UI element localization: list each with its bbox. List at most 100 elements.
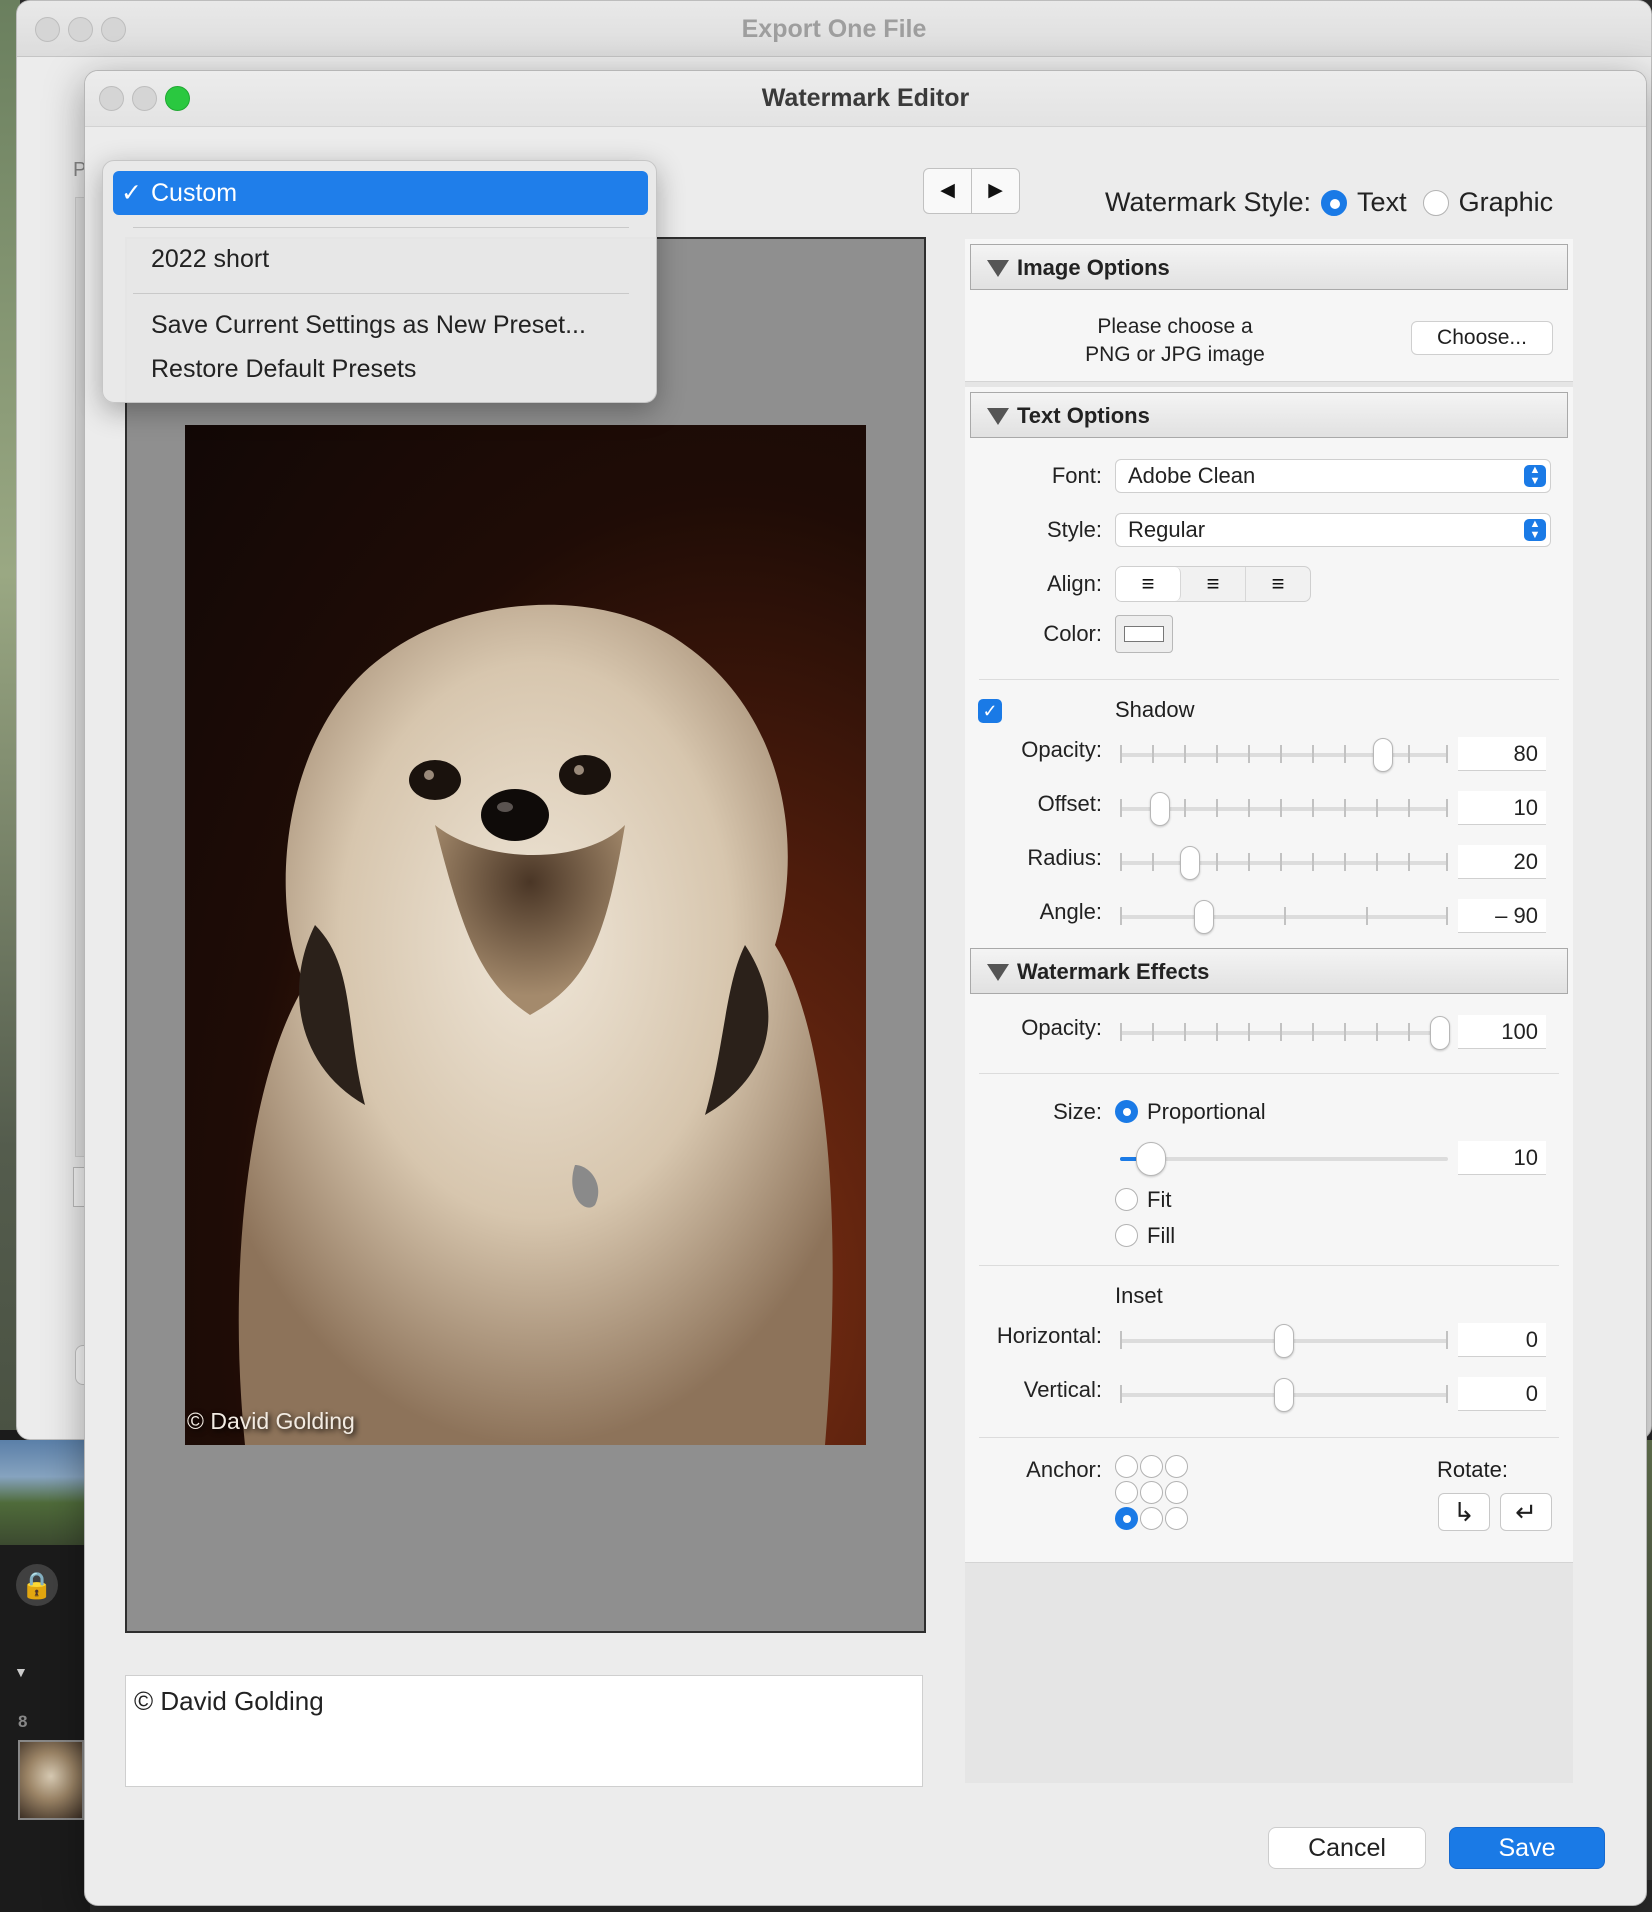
shadow-offset-slider[interactable] — [1120, 792, 1448, 826]
anchor-row: Anchor: Rotate: ↳ ↵ — [965, 1453, 1573, 1543]
shadow-radius-row: Radius: 20 — [965, 841, 1573, 881]
shadow-checkbox[interactable]: ✓ — [978, 699, 1002, 723]
anchor-top-left[interactable] — [1115, 1455, 1138, 1478]
section-title: Text Options — [1017, 403, 1150, 428]
align-right-icon[interactable]: ≡ — [1246, 567, 1310, 601]
slider-thumb[interactable] — [1430, 1016, 1450, 1050]
offset-label: Offset: — [1037, 791, 1102, 816]
next-icon[interactable]: ▶ — [972, 169, 1019, 213]
rotate-counterclockwise-icon[interactable]: ↵ — [1500, 1493, 1552, 1531]
checkmark-icon: ✓ — [121, 179, 142, 207]
inset-vertical-row: Vertical: 0 — [965, 1373, 1573, 1413]
size-fit-radio[interactable] — [1115, 1188, 1138, 1211]
slider-thumb[interactable] — [1194, 900, 1214, 934]
rotate-clockwise-icon[interactable]: ↳ — [1438, 1493, 1490, 1531]
shadow-offset-value[interactable]: 10 — [1458, 791, 1546, 825]
save-button[interactable]: Save — [1449, 1827, 1605, 1869]
anchor-top-center[interactable] — [1140, 1455, 1163, 1478]
size-fit-row: Fit — [965, 1181, 1573, 1221]
align-label: Align: — [1046, 571, 1102, 596]
size-value[interactable]: 10 — [1458, 1141, 1546, 1175]
effects-opacity-slider[interactable] — [1120, 1016, 1450, 1050]
shadow-opacity-slider[interactable] — [1120, 738, 1448, 772]
size-fit-label[interactable]: Fit — [1147, 1187, 1171, 1213]
menu-item-restore-defaults[interactable]: Restore Default Presets — [113, 347, 648, 391]
chevron-down-icon[interactable]: ▼ — [14, 1664, 28, 1680]
image-hint: Please choose a PNG or JPG image — [1045, 313, 1305, 369]
watermark-preview: © David Golding — [125, 237, 926, 1633]
inset-horizontal-value[interactable]: 0 — [1458, 1323, 1546, 1357]
anchor-bottom-center[interactable] — [1140, 1507, 1163, 1530]
style-graphic-radio[interactable] — [1422, 189, 1449, 216]
size-fill-radio[interactable] — [1115, 1224, 1138, 1247]
align-left-icon[interactable]: ≡ — [1116, 567, 1181, 601]
style-text-label[interactable]: Text — [1357, 187, 1407, 218]
cancel-button[interactable]: Cancel — [1268, 1827, 1426, 1869]
hint-line: Please choose a — [1097, 315, 1253, 338]
shadow-angle-slider[interactable] — [1120, 900, 1448, 934]
watermark-overlay-text: © David Golding — [187, 1408, 355, 1434]
dog-photo — [238, 604, 833, 1445]
divider — [979, 1437, 1559, 1438]
preset-dropdown-menu: ✓ Custom 2022 short Save Current Setting… — [102, 160, 657, 403]
disclosure-triangle-icon[interactable] — [987, 408, 1009, 425]
style-select[interactable]: Regular ▲ ▼ — [1115, 513, 1551, 547]
shadow-opacity-row: Opacity: 80 — [965, 733, 1573, 773]
anchor-top-right[interactable] — [1165, 1455, 1188, 1478]
anchor-center[interactable] — [1140, 1481, 1163, 1504]
align-center-icon[interactable]: ≡ — [1181, 567, 1246, 601]
anchor-middle-right[interactable] — [1165, 1481, 1188, 1504]
previous-icon[interactable]: ◀ — [924, 169, 972, 213]
style-value: Regular — [1128, 517, 1206, 542]
slider-thumb[interactable] — [1274, 1324, 1294, 1358]
anchor-middle-left[interactable] — [1115, 1481, 1138, 1504]
shadow-angle-value[interactable]: – 90 — [1458, 899, 1546, 933]
slider-thumb[interactable] — [1136, 1142, 1166, 1176]
size-proportional-label[interactable]: Proportional — [1147, 1099, 1266, 1125]
menu-item-2022-short[interactable]: 2022 short — [113, 237, 648, 281]
inset-horizontal-row: Horizontal: 0 — [965, 1319, 1573, 1359]
slider-thumb[interactable] — [1373, 738, 1393, 772]
disclosure-triangle-icon[interactable] — [987, 260, 1009, 277]
watermark-text-input[interactable]: © David Golding — [125, 1675, 923, 1787]
background-thumbnail — [0, 1440, 84, 1545]
watermark-effects-section: Watermark Effects Opacity: 100 Size: Pro… — [965, 943, 1573, 1563]
shadow-radius-value[interactable]: 20 — [1458, 845, 1546, 879]
choose-image-button[interactable]: Choose... — [1411, 321, 1553, 355]
image-options-section: Image Options Please choose a PNG or JPG… — [965, 239, 1573, 382]
anchor-bottom-left[interactable] — [1115, 1507, 1138, 1530]
menu-item-save-preset[interactable]: Save Current Settings as New Preset... — [113, 303, 648, 347]
watermark-effects-header[interactable]: Watermark Effects — [970, 948, 1568, 994]
size-proportional-radio[interactable] — [1115, 1100, 1138, 1123]
slider-thumb[interactable] — [1150, 792, 1170, 826]
color-swatch[interactable] — [1115, 615, 1173, 653]
inset-vertical-slider[interactable] — [1120, 1378, 1448, 1412]
inset-vertical-value[interactable]: 0 — [1458, 1377, 1546, 1411]
style-graphic-label[interactable]: Graphic — [1459, 187, 1554, 218]
disclosure-triangle-icon[interactable] — [987, 964, 1009, 981]
shadow-radius-slider[interactable] — [1120, 846, 1448, 880]
image-options-header[interactable]: Image Options — [970, 244, 1568, 290]
shadow-opacity-value[interactable]: 80 — [1458, 737, 1546, 771]
lock-icon[interactable]: 🔒 — [16, 1564, 58, 1606]
text-options-header[interactable]: Text Options — [970, 392, 1568, 438]
effects-opacity-row: Opacity: 100 — [965, 1011, 1573, 1051]
anchor-bottom-right[interactable] — [1165, 1507, 1188, 1530]
shadow-angle-row: Angle: – 90 — [965, 895, 1573, 935]
size-slider[interactable] — [1120, 1142, 1448, 1176]
menu-item-custom[interactable]: ✓ Custom — [113, 171, 648, 215]
align-row: Align: ≡ ≡ ≡ — [965, 565, 1573, 605]
style-text-radio[interactable] — [1321, 189, 1348, 216]
opacity-label: Opacity: — [1021, 1015, 1102, 1040]
hint-line: PNG or JPG image — [1085, 343, 1265, 366]
font-select[interactable]: Adobe Clean ▲ ▼ — [1115, 459, 1551, 493]
inset-horizontal-slider[interactable] — [1120, 1324, 1448, 1358]
opacity-label: Opacity: — [1021, 737, 1102, 762]
effects-opacity-value[interactable]: 100 — [1458, 1015, 1546, 1049]
filmstrip-thumbnail[interactable] — [18, 1740, 84, 1820]
preview-photo: © David Golding — [185, 425, 866, 1445]
slider-thumb[interactable] — [1274, 1378, 1294, 1412]
size-fill-label[interactable]: Fill — [1147, 1223, 1175, 1249]
slider-thumb[interactable] — [1180, 846, 1200, 880]
divider — [979, 1073, 1559, 1074]
